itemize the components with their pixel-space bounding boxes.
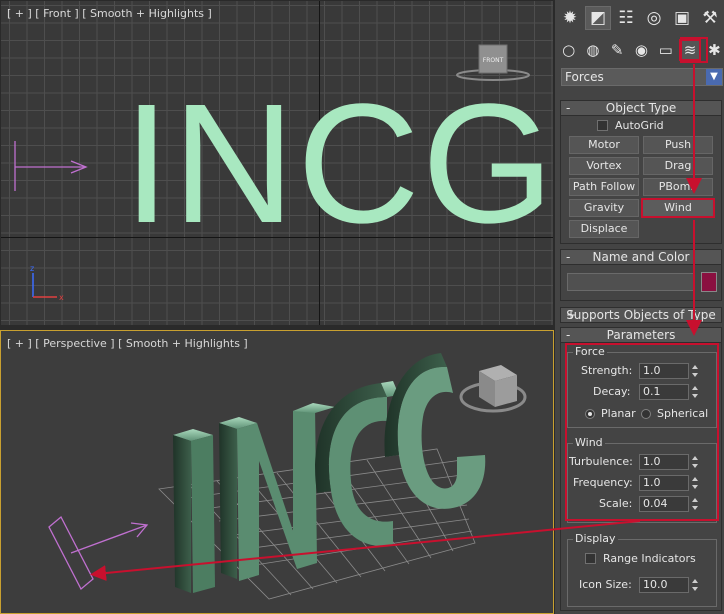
shapes-icon[interactable]: ◍ [582,39,603,61]
gravity-button[interactable]: Gravity [569,199,639,217]
wind-button[interactable]: Wind [641,198,715,218]
strength-spinner[interactable] [691,363,699,379]
spherical-label: Spherical [657,407,709,420]
modify-icon[interactable]: ◩ [585,6,611,30]
scale-field[interactable]: 0.04 [639,496,689,512]
command-panel: ✹ ◩ ☷ ◎ ▣ ⚒ ○ ◍ ✎ ◉ ▭ ≋ ✱ Forces ▼ - Obj… [554,0,724,614]
front-wind-gizmo[interactable] [14,141,88,191]
display-group-title: Display [573,532,618,545]
front-overlay-graphics: z x FRONT [14,44,530,302]
strength-label: Strength: [581,364,633,377]
scale-label: Scale: [599,497,633,510]
autogrid-label: AutoGrid [615,119,664,132]
autogrid-checkbox[interactable] [597,120,608,131]
scale-spinner[interactable] [691,496,699,512]
name-color-rollout-header[interactable]: - Name and Color [560,249,722,265]
cameras-icon[interactable]: ◉ [631,39,652,61]
helpers-icon[interactable]: ▭ [655,39,676,61]
category-dropdown[interactable]: Forces ▼ [561,68,723,86]
sun-icon[interactable]: ✹ [557,6,583,30]
parameters-title: Parameters [606,328,676,342]
icon-size-field[interactable]: 10.0 [639,577,689,593]
systems-icon[interactable]: ✱ [704,39,724,61]
display-group [567,539,717,607]
decay-label: Decay: [593,385,631,398]
range-indicators-checkbox[interactable] [585,553,596,564]
turbulence-label: Turbulence: [569,455,633,468]
supports-rollout-header[interactable]: + Supports Objects of Type [560,307,722,323]
parameters-rollout: Force Strength: 1.0 Decay: 0.1 Planar Sp… [560,343,722,611]
name-color-rollout [560,265,722,301]
create-subtab-row: ○ ◍ ✎ ◉ ▭ ≋ ✱ [555,36,724,64]
perspective-scene [48,353,527,600]
object-type-title: Object Type [605,101,677,115]
path-follow-button[interactable]: Path Follow [569,178,639,196]
strength-field[interactable]: 1.0 [639,363,689,379]
force-group-title: Force [573,345,607,358]
collapse-icon: - [566,250,571,264]
front-axis-tripod-icon: z x [30,264,64,302]
front-viewcube-icon[interactable]: FRONT [456,44,530,81]
collapse-icon: - [566,101,571,115]
perspective-incg-text[interactable] [173,353,486,593]
main-tab-row: ✹ ◩ ☷ ◎ ▣ ⚒ [555,4,724,32]
drag-button[interactable]: Drag [643,157,713,175]
category-dropdown-value: Forces [565,70,604,84]
displace-button[interactable]: Displace [569,220,639,238]
object-type-rollout-header[interactable]: - Object Type [560,100,722,116]
frequency-label: Frequency: [573,476,633,489]
svg-text:x: x [59,293,64,302]
spherical-radio[interactable] [641,409,651,419]
decay-spinner[interactable] [691,384,699,400]
geometry-icon[interactable]: ○ [558,39,579,61]
app-root: [ + ] [ Front ] [ Smooth + Highlights ] … [0,0,724,614]
range-indicators-label: Range Indicators [603,552,696,565]
turbulence-field[interactable]: 1.0 [639,454,689,470]
lights-icon[interactable]: ✎ [607,39,628,61]
decay-field[interactable]: 0.1 [639,384,689,400]
turbulence-spinner[interactable] [691,454,699,470]
wind-group-title: Wind [573,436,605,449]
parameters-rollout-header[interactable]: - Parameters [560,327,722,343]
vortex-button[interactable]: Vortex [569,157,639,175]
frequency-field[interactable]: 1.0 [639,475,689,491]
object-color-swatch[interactable] [701,272,717,292]
icon-size-spinner[interactable] [691,577,699,593]
expand-icon: + [566,308,577,322]
space-warps-icon[interactable]: ≋ [679,39,701,61]
collapse-icon: - [566,328,571,342]
planar-label: Planar [601,407,636,420]
chevron-down-icon[interactable]: ▼ [706,69,722,85]
object-name-field[interactable] [567,273,695,291]
name-color-title: Name and Color [592,250,690,264]
object-type-rollout: AutoGrid Motor Push Vortex Drag Path Fol… [560,116,722,244]
supports-title: Supports Objects of Type [566,308,716,322]
motor-button[interactable]: Motor [569,136,639,154]
motion-icon[interactable]: ◎ [641,6,667,30]
planar-radio[interactable] [585,409,595,419]
frequency-spinner[interactable] [691,475,699,491]
display-icon[interactable]: ▣ [669,6,695,30]
perspective-viewport[interactable]: [ + ] [ Perspective ] [ Smooth + Highlig… [0,330,554,614]
perspective-wind-gizmo[interactable] [48,515,149,591]
perspective-viewcube-icon[interactable] [459,365,527,413]
viewcube-front-label: FRONT [483,57,504,64]
hierarchy-icon[interactable]: ☷ [613,6,639,30]
pbomb-button[interactable]: PBomb [643,178,713,196]
push-button[interactable]: Push [643,136,713,154]
front-viewport[interactable]: [ + ] [ Front ] [ Smooth + Highlights ] … [0,0,554,326]
icon-size-label: Icon Size: [579,578,632,591]
utilities-icon[interactable]: ⚒ [697,6,723,30]
svg-text:z: z [30,264,34,273]
